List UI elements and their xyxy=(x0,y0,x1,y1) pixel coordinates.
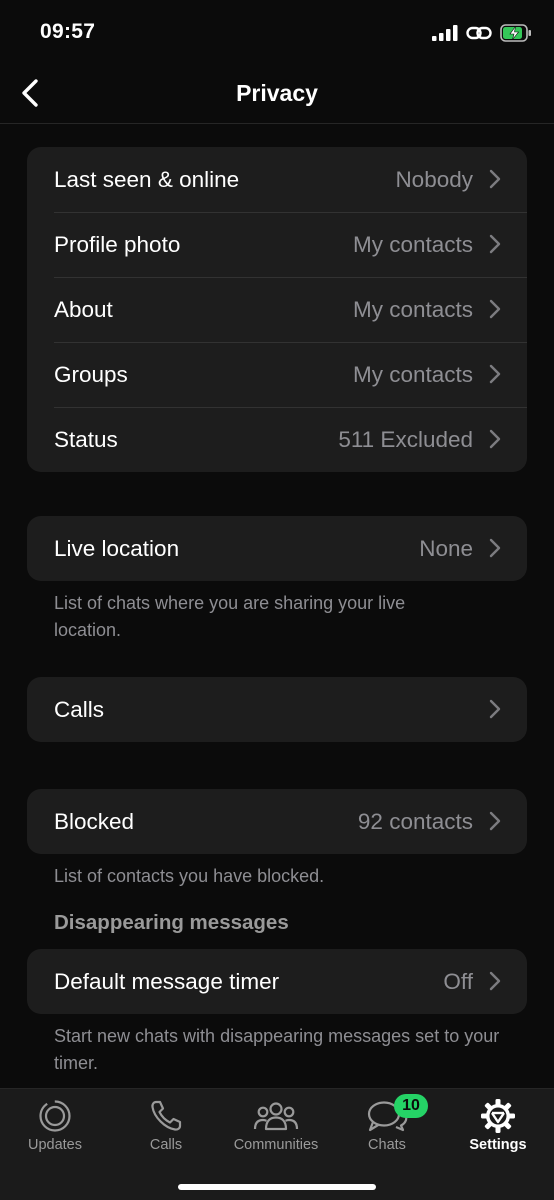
tab-label: Updates xyxy=(27,1137,82,1153)
default-message-timer-row[interactable]: Default message timer Off xyxy=(27,949,527,1014)
chevron-right-icon xyxy=(489,299,501,319)
row-value: My contacts xyxy=(352,361,473,387)
settings-gear-icon xyxy=(480,1099,516,1133)
tab-settings[interactable]: Settings xyxy=(443,1089,553,1169)
row-value: My contacts xyxy=(352,231,473,257)
blocked-row[interactable]: Blocked 92 contacts xyxy=(27,789,527,854)
row-label: Calls xyxy=(54,696,105,722)
disappearing-messages-footnote: Start new chats with disappearing messag… xyxy=(54,1026,500,1073)
navigation-bar: Privacy xyxy=(0,62,554,124)
chevron-right-icon xyxy=(489,429,501,449)
status-row[interactable]: Status 511 Excluded xyxy=(27,407,527,472)
page-title: Privacy xyxy=(236,80,318,106)
calls-group: Calls xyxy=(27,677,527,742)
about-row[interactable]: About My contacts xyxy=(27,277,527,342)
tab-label: Calls xyxy=(149,1137,183,1153)
chevron-right-icon xyxy=(489,364,501,384)
communities-icon xyxy=(253,1099,299,1133)
chevron-right-icon xyxy=(489,169,501,189)
profile-photo-row[interactable]: Profile photo My contacts xyxy=(27,212,527,277)
tab-communities[interactable]: Communities xyxy=(221,1089,331,1169)
unread-chats-badge: 10 xyxy=(394,1094,428,1118)
row-label: Blocked xyxy=(54,808,135,834)
row-label: Groups xyxy=(54,361,128,387)
chevron-right-icon xyxy=(489,971,501,991)
live-location-group: Live location None xyxy=(27,516,527,581)
row-label: Last seen & online xyxy=(54,166,240,192)
row-value: 511 Excluded xyxy=(338,426,473,452)
last-seen-online-row[interactable]: Last seen & online Nobody xyxy=(27,147,527,212)
status-icons xyxy=(432,22,532,44)
disappearing-messages-group: Default message timer Off xyxy=(27,949,527,1014)
battery-charging-icon xyxy=(500,24,531,42)
updates-icon xyxy=(37,1099,73,1133)
tab-label: Communities xyxy=(233,1137,319,1153)
row-value: My contacts xyxy=(352,296,473,322)
calls-row[interactable]: Calls xyxy=(27,677,527,742)
live-location-row[interactable]: Live location None xyxy=(27,516,527,581)
row-value: 92 contacts xyxy=(357,808,473,834)
row-label: Status xyxy=(54,426,118,452)
phone-icon xyxy=(149,1099,183,1133)
blocked-group: Blocked 92 contacts xyxy=(27,789,527,854)
privacy-screen: 09:57 Privacy Last seen & online Nobody … xyxy=(0,0,554,1200)
home-indicator xyxy=(178,1184,376,1190)
live-location-footnote: List of chats where you are sharing your… xyxy=(54,593,406,640)
link-icon xyxy=(466,26,492,40)
row-value: Off xyxy=(443,968,473,994)
tab-label: Settings xyxy=(469,1137,527,1153)
tab-updates[interactable]: Updates xyxy=(0,1089,110,1169)
row-label: Profile photo xyxy=(54,231,181,257)
status-bar: 09:57 xyxy=(0,0,554,62)
tab-chats[interactable]: 10 Chats xyxy=(332,1089,442,1169)
row-label: Default message timer xyxy=(54,968,280,994)
tab-label: Chats xyxy=(368,1137,406,1153)
row-label: About xyxy=(54,296,113,322)
tab-calls[interactable]: Calls xyxy=(111,1089,221,1169)
cellular-signal-icon xyxy=(432,25,458,41)
chevron-right-icon xyxy=(489,234,501,254)
chevron-right-icon xyxy=(489,811,501,831)
chevron-right-icon xyxy=(489,538,501,558)
row-value: None xyxy=(419,535,473,561)
blocked-footnote: List of contacts you have blocked. xyxy=(54,866,325,886)
status-time: 09:57 xyxy=(40,20,96,43)
chevron-right-icon xyxy=(489,699,501,719)
groups-row[interactable]: Groups My contacts xyxy=(27,342,527,407)
row-value: Nobody xyxy=(395,166,473,192)
row-label: Live location xyxy=(54,535,180,561)
privacy-settings-group: Last seen & online Nobody Profile photo … xyxy=(27,147,527,472)
disappearing-messages-header: Disappearing messages xyxy=(54,911,289,934)
